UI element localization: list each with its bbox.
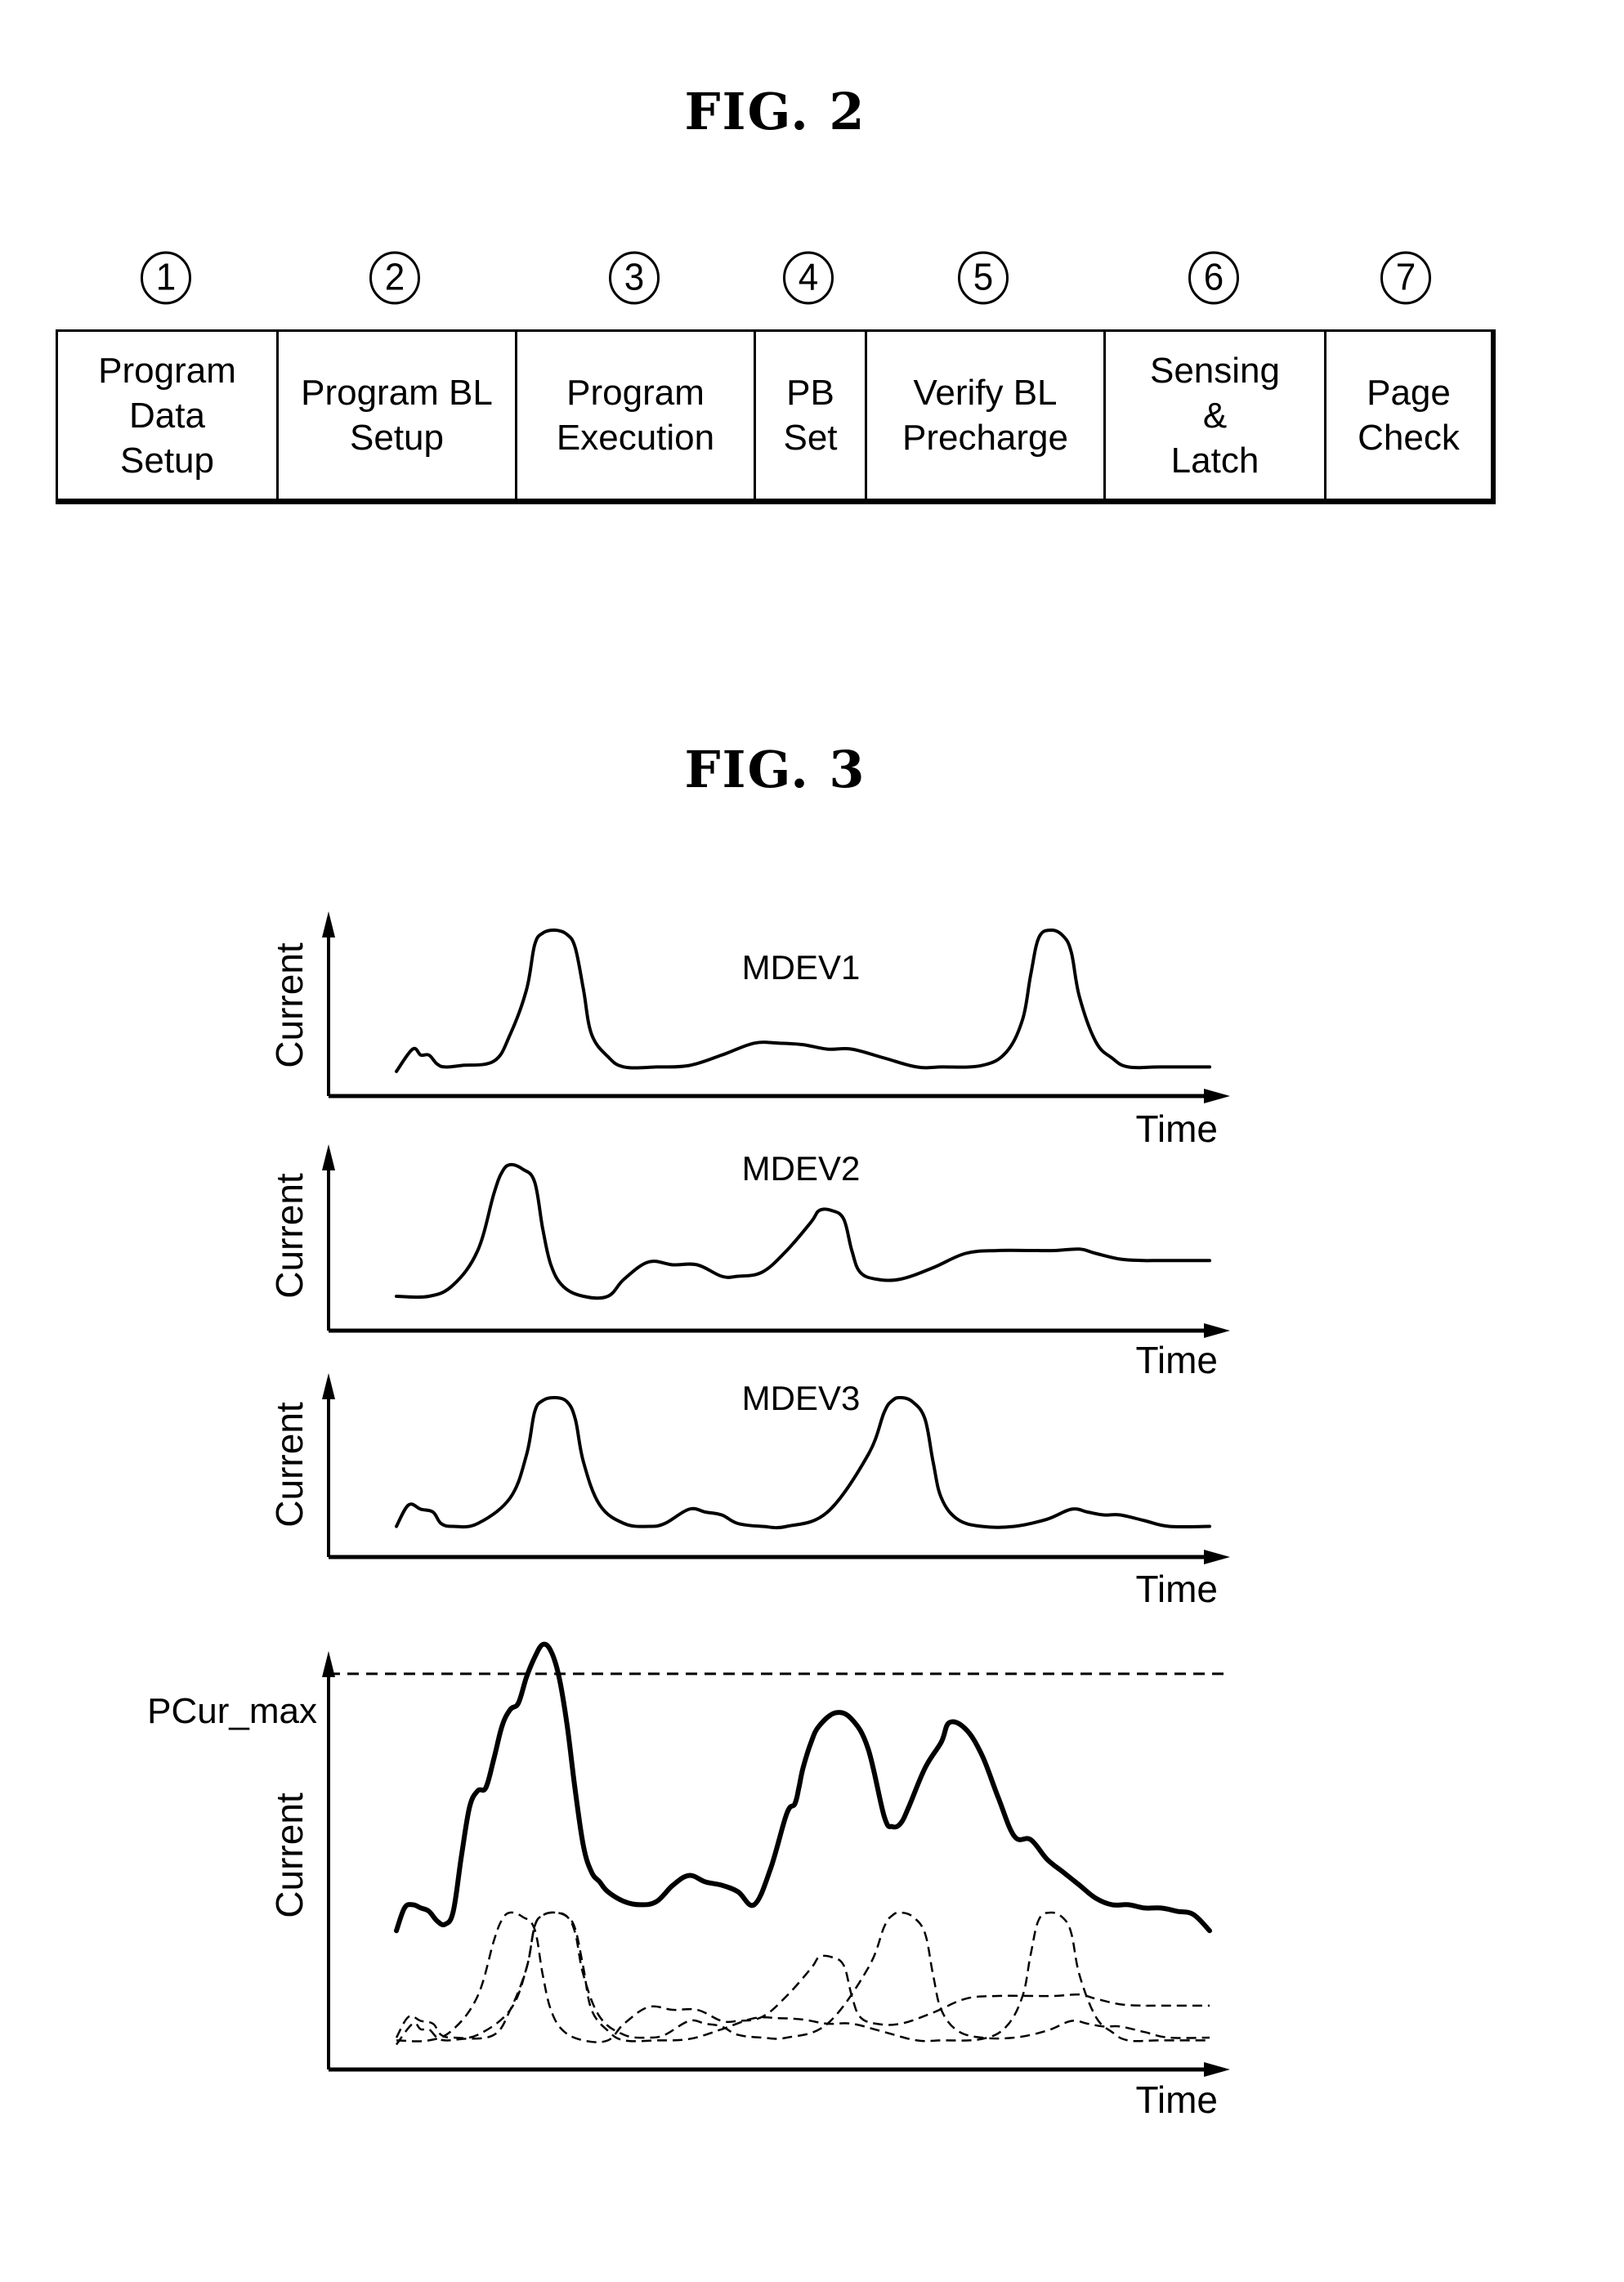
y-axis-label: Current <box>268 1792 311 1918</box>
y-axis-label: Current <box>268 942 311 1068</box>
chart-title: MDEV3 <box>742 1379 861 1417</box>
chart-total-current: Current Time PCur_max <box>147 1691 1218 2121</box>
x-axis-label: Time <box>1135 1339 1218 1381</box>
y-axis-arrowhead <box>322 911 335 937</box>
y-axis-label: Current <box>268 1402 311 1528</box>
x-axis-arrowhead <box>1204 1323 1230 1338</box>
x-axis-label: Time <box>1135 1107 1218 1150</box>
x-axis-label: Time <box>1135 1568 1218 1610</box>
x-axis-label: Time <box>1135 2078 1218 2121</box>
chart-mdev2: Current Time MDEV2 <box>268 1149 1218 1381</box>
series-line-dashed-mdev1 <box>396 1911 1210 2046</box>
series-line-total-mdev1-mdev2-mdev3- <box>394 1641 1212 1934</box>
axes <box>322 911 1230 1103</box>
chart-title: MDEV1 <box>742 948 861 987</box>
y-axis-arrowhead <box>322 1144 335 1170</box>
x-axis-arrowhead <box>1204 1089 1230 1103</box>
figure-3-charts: Current Time MDEV1 Current Time MDEV2 Cu… <box>147 911 1230 2121</box>
x-axis-arrowhead <box>1204 1550 1230 1564</box>
pcur-max-label: PCur_max <box>147 1691 317 1731</box>
x-axis-arrowhead <box>1204 2062 1230 2077</box>
chart-title: MDEV2 <box>742 1149 861 1188</box>
chart-mdev3: Current Time MDEV3 <box>268 1379 1218 1610</box>
y-axis-arrowhead <box>322 1373 335 1399</box>
y-axis-label: Current <box>268 1173 311 1299</box>
